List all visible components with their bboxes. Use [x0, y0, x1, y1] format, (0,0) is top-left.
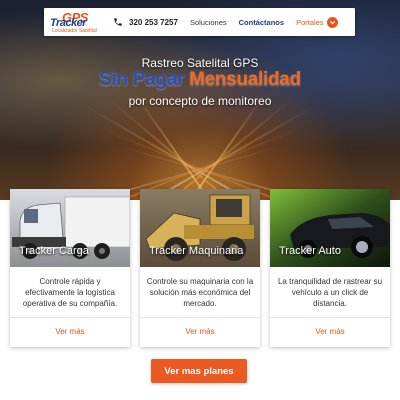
nav-soluciones[interactable]: Soluciones — [190, 18, 227, 27]
hero-title: Rastreo Satelital GPS — [141, 56, 259, 70]
truck-image: Tracker Carga — [10, 189, 130, 267]
top-navigation: GPS Tracker Localizador Satelital 320 25… — [44, 8, 355, 36]
hero-subtitle: por concepto de monitoreo — [128, 94, 272, 108]
card-title: Tracker Auto — [279, 245, 341, 257]
divider — [140, 317, 260, 318]
card-title: Tracker Carga — [19, 245, 89, 257]
hero-headline-part1: Sin Pagar — [99, 69, 185, 90]
ver-mas-link[interactable]: Ver más — [140, 327, 260, 336]
product-cards: Tracker Carga Controle rápida y efectiva… — [10, 189, 390, 347]
chevron-down-icon — [326, 16, 338, 28]
card-tracker-auto[interactable]: Tracker Auto La tranquilidad de rastrear… — [270, 189, 390, 347]
divider — [270, 317, 390, 318]
hero-headline-part2: Mensualidad — [189, 69, 301, 90]
divider — [10, 317, 130, 318]
phone-icon — [112, 16, 124, 28]
card-tracker-maquinaria[interactable]: Tracker Maquinaria Controle su maquinari… — [140, 189, 260, 347]
hero-headline: Sin Pagar Mensualidad — [0, 69, 400, 91]
ver-mas-link[interactable]: Ver más — [270, 327, 390, 336]
phone-number[interactable]: 320 253 7257 — [129, 18, 178, 27]
card-title: Tracker Maquinaria — [149, 245, 244, 257]
ver-mas-planes-button[interactable]: Ver mas planes — [151, 359, 247, 383]
hero-banner: GPS Tracker Localizador Satelital 320 25… — [0, 0, 400, 200]
nav-portales[interactable]: Portales — [296, 16, 338, 28]
nav-portales-label: Portales — [296, 17, 324, 27]
logo[interactable]: GPS Tracker Localizador Satelital — [46, 8, 108, 36]
machinery-image: Tracker Maquinaria — [140, 189, 260, 267]
car-image: Tracker Auto — [270, 189, 390, 267]
nav-contactanos[interactable]: Contáctanos — [239, 18, 284, 27]
card-description: Controle rápida y efectivamente la logís… — [22, 277, 118, 308]
card-tracker-carga[interactable]: Tracker Carga Controle rápida y efectiva… — [10, 189, 130, 347]
card-description: Controle su maquinaria con la solución m… — [146, 277, 254, 308]
ver-mas-link[interactable]: Ver más — [10, 327, 130, 336]
logo-tagline: Localizador Satelital — [52, 28, 97, 34]
card-description: La tranquilidad de rastrear su vehículo … — [277, 277, 383, 308]
